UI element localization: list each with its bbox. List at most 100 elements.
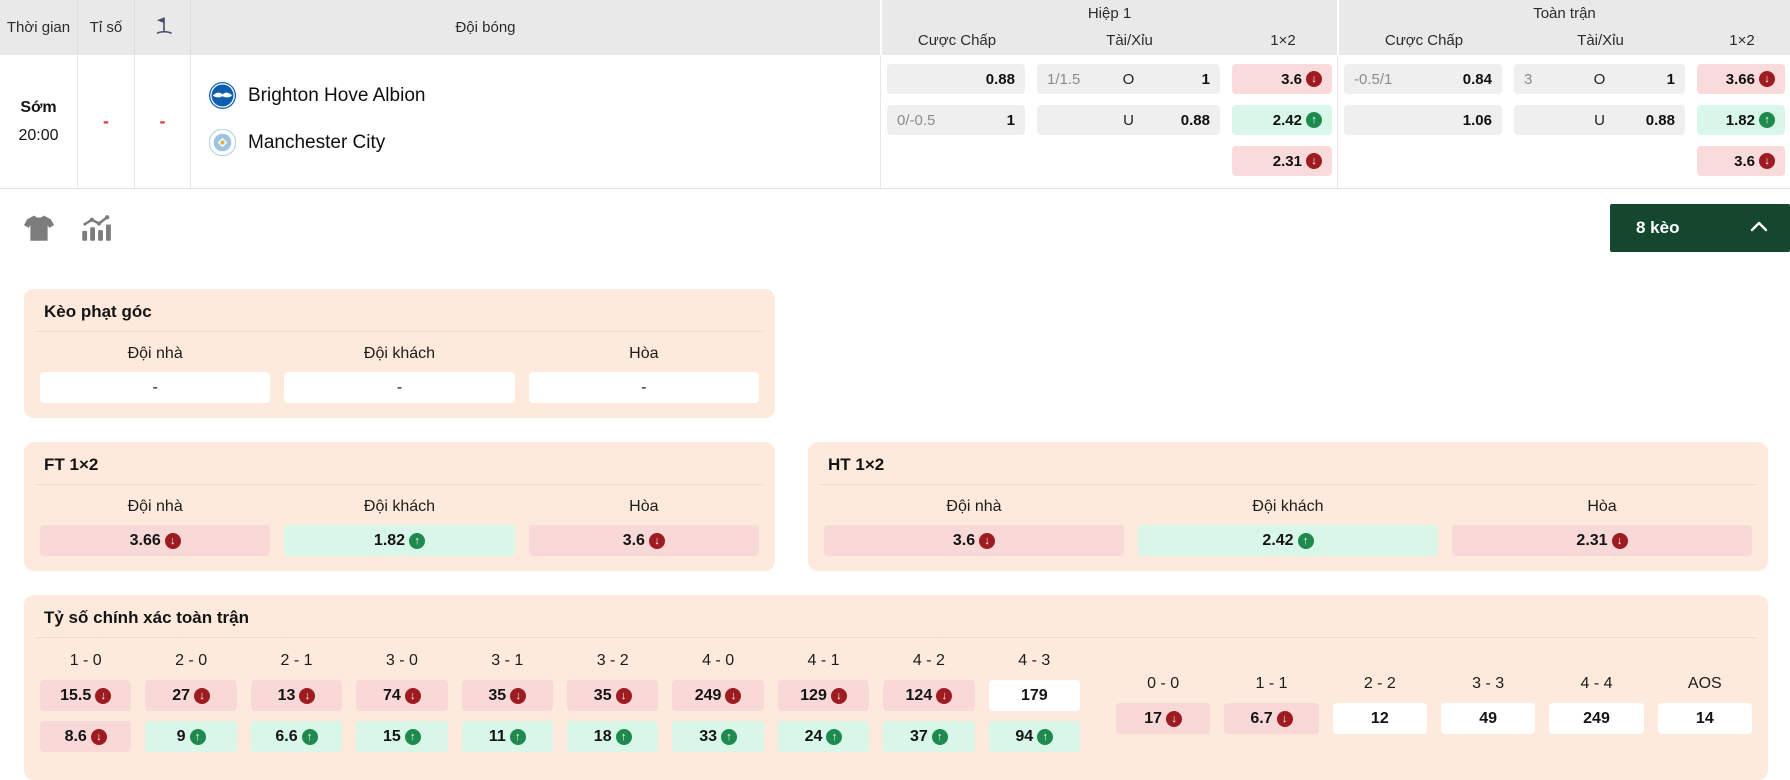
1x2-draw-odds[interactable]: 2.31 [1232, 146, 1332, 176]
1x2-away-odds[interactable]: 2.42 [1232, 105, 1332, 135]
away-header: Đội khách [284, 493, 514, 525]
score-odds-bottom[interactable]: 37 [883, 721, 974, 752]
section-title: HT 1×2 [820, 452, 1756, 485]
home-team-name: Brighton Hove Albion [248, 85, 425, 107]
score-column: 3 - 1 35 11 [462, 646, 553, 752]
trend-up-icon [1306, 112, 1322, 128]
ht-draw-column: Hòa 2.31 [1452, 493, 1752, 556]
score-odds-top[interactable]: 74 [356, 680, 447, 711]
score-odds-top[interactable]: 179 [989, 680, 1080, 711]
corner-odds-section: Kèo phạt góc Đội nhà - Đội khách - Hòa - [24, 289, 775, 418]
ft-draw-odds[interactable]: 3.6 [529, 525, 759, 556]
under-odds[interactable]: U 0.88 [1037, 105, 1220, 135]
handicap-odds[interactable]: 0/-0.5 1 [887, 105, 1025, 135]
score-odds-bottom[interactable]: 33 [672, 721, 763, 752]
score-odds[interactable]: 49 [1441, 703, 1535, 734]
score-odds-bottom[interactable]: 94 [989, 721, 1080, 752]
away-team[interactable]: Manchester City [209, 129, 880, 156]
trend-up-icon [932, 729, 948, 745]
score-odds-bottom[interactable]: 18 [567, 721, 658, 752]
trend-down-icon [725, 688, 741, 704]
trend-down-icon [616, 688, 632, 704]
ht-away-odds[interactable]: 2.42 [1138, 525, 1438, 556]
trend-up-icon [616, 729, 632, 745]
score-odds[interactable]: 12 [1333, 703, 1427, 734]
ft-away-odds[interactable]: 1.82 [284, 525, 514, 556]
score-odds[interactable]: 249 [1549, 703, 1643, 734]
score-odds-bottom[interactable]: 9 [145, 721, 236, 752]
ht-draw-odds[interactable]: 2.31 [1452, 525, 1752, 556]
header-handicap: Cược Chấp [1339, 26, 1509, 55]
trend-down-icon [165, 533, 181, 549]
1x2-home-odds[interactable]: 3.6 [1232, 64, 1332, 94]
header-group-full-time: Toàn trận Cược Chấp Tài/Xỉu 1×2 [1337, 0, 1790, 55]
trend-down-icon [194, 688, 210, 704]
score-odds[interactable]: 14 [1658, 703, 1752, 734]
score-odds-bottom[interactable]: 15 [356, 721, 447, 752]
score-odds[interactable]: 17 [1116, 703, 1210, 734]
ht-1x2-section: HT 1×2 Đội nhà 3.6 Đội khách 2.42 [808, 442, 1768, 571]
handicap-odds[interactable]: -0.5/1 0.84 [1344, 64, 1502, 94]
draw-score-column: 4 - 4 249 [1549, 669, 1643, 734]
trend-down-icon [1277, 711, 1293, 727]
score-label: 3 - 1 [462, 646, 553, 670]
jersey-icon[interactable] [22, 211, 56, 245]
score-odds-top[interactable]: 124 [883, 680, 974, 711]
score-column: 1 - 0 15.5 8.6 [40, 646, 131, 752]
over-odds[interactable]: 1/1.5 O 1 [1037, 64, 1220, 94]
score-odds-top[interactable]: 35 [567, 680, 658, 711]
score-odds-bottom[interactable]: 24 [778, 721, 869, 752]
under-odds[interactable]: U 0.88 [1514, 105, 1685, 135]
1x2-away-odds[interactable]: 1.82 [1697, 105, 1785, 135]
away-team-name: Manchester City [248, 132, 385, 154]
draw-score-column: 1 - 1 6.7 [1224, 669, 1318, 734]
corner-draw-odds[interactable]: - [529, 372, 759, 403]
score-column: 2 - 0 27 9 [145, 646, 236, 752]
score-odds-top[interactable]: 129 [778, 680, 869, 711]
over-odds[interactable]: 3 O 1 [1514, 64, 1685, 94]
trend-down-icon [979, 533, 995, 549]
score-label: 1 - 1 [1224, 669, 1318, 693]
score-odds[interactable]: 6.7 [1224, 703, 1318, 734]
header-corner [134, 0, 190, 55]
handicap-odds[interactable]: 1.06 [1344, 105, 1502, 135]
score-odds-top[interactable]: 13 [251, 680, 342, 711]
score-odds-bottom[interactable]: 8.6 [40, 721, 131, 752]
score-odds-top[interactable]: 249 [672, 680, 763, 711]
home-team[interactable]: Brighton Hove Albion [209, 82, 880, 109]
draw-header: Hòa [1452, 493, 1752, 525]
odds-count-button[interactable]: 8 kèo [1610, 204, 1790, 252]
corner-away-odds[interactable]: - [284, 372, 514, 403]
draw-score-column: AOS 14 [1658, 669, 1752, 734]
score-odds-top[interactable]: 35 [462, 680, 553, 711]
trend-down-icon [1759, 71, 1775, 87]
trend-up-icon [409, 533, 425, 549]
score-odds-top[interactable]: 27 [145, 680, 236, 711]
ht-away-column: Đội khách 2.42 [1138, 493, 1438, 556]
home-header: Đội nhà [40, 493, 270, 525]
stats-chart-icon[interactable] [78, 211, 112, 245]
first-half-label: Hiệp 1 [882, 0, 1337, 26]
corner-home-odds[interactable]: - [40, 372, 270, 403]
trend-down-icon [1612, 533, 1628, 549]
score-odds-bottom[interactable]: 11 [462, 721, 553, 752]
trend-up-icon [405, 729, 421, 745]
trend-up-icon [1298, 533, 1314, 549]
ft-home-odds[interactable]: 3.66 [40, 525, 270, 556]
first-half-1x2-column: 3.6 2.42 2.31 [1226, 55, 1338, 188]
1x2-home-odds[interactable]: 3.66 [1697, 64, 1785, 94]
score-odds-bottom[interactable]: 6.6 [251, 721, 342, 752]
score-label: 1 - 0 [40, 646, 131, 670]
trend-down-icon [91, 729, 107, 745]
score-column: 3 - 2 35 18 [567, 646, 658, 752]
brighton-logo [209, 82, 236, 109]
match-odds-table: Thời gian Tỉ số Đội bóng Hiệp 1 Cược Chấ… [0, 0, 1790, 189]
ht-home-odds[interactable]: 3.6 [824, 525, 1124, 556]
score-label: 3 - 2 [567, 646, 658, 670]
1x2-draw-odds[interactable]: 3.6 [1697, 146, 1785, 176]
score-odds-top[interactable]: 15.5 [40, 680, 131, 711]
trend-down-icon [1166, 711, 1182, 727]
chevron-up-icon [1748, 218, 1770, 239]
trend-up-icon [190, 729, 206, 745]
handicap-odds[interactable]: 0.88 [887, 64, 1025, 94]
